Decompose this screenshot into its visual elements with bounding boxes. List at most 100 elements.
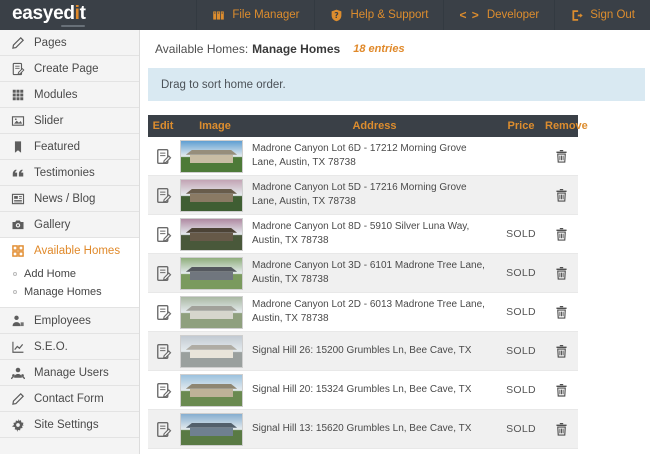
column-header-edit: Edit: [152, 120, 174, 132]
edit-home-button[interactable]: [155, 226, 172, 243]
edit-home-button[interactable]: [155, 382, 172, 399]
breadcrumb: Available Homes: Manage Homes 18 entries: [141, 30, 650, 68]
sidebar-item-available-homes[interactable]: Available Homes: [0, 238, 139, 264]
easyedit-logo[interactable]: easyedit: [12, 4, 86, 27]
breadcrumb-section: Available Homes:: [155, 42, 249, 56]
sidebar-item-label: Available Homes: [34, 245, 121, 257]
trash-icon: [554, 187, 569, 203]
sidebar-item-news-blog[interactable]: News / Blog: [0, 186, 139, 212]
table-row[interactable]: Madrone Canyon Lot 3D - 6101 Madrone Tre…: [148, 254, 578, 293]
table-row[interactable]: Signal Hill 26: 15200 Grumbles Ln, Bee C…: [148, 332, 578, 371]
entries-count-badge: 18 entries: [353, 43, 405, 55]
bullet-icon: [13, 272, 17, 276]
sidebar-navigation: Pages Create Page Modules Slider Feature…: [0, 30, 140, 454]
edit-home-button[interactable]: [155, 265, 172, 282]
column-header-remove: Remove: [545, 120, 588, 132]
page-edit-icon: [11, 62, 25, 76]
sidebar-item-slider[interactable]: Slider: [0, 108, 139, 134]
table-row[interactable]: Signal Hill 20: 15324 Grumbles Ln, Bee C…: [148, 371, 578, 410]
home-address: Madrone Canyon Lot 6D - 17212 Morning Gr…: [252, 142, 467, 169]
sidebar-item-seo[interactable]: S.E.O.: [0, 334, 139, 360]
sidebar-item-site-settings[interactable]: Site Settings: [0, 412, 139, 438]
camera-icon: [11, 218, 25, 232]
sidebar-item-gallery[interactable]: Gallery: [0, 212, 139, 238]
drag-sort-notice: Drag to sort home order.: [148, 68, 645, 101]
remove-home-button[interactable]: [554, 265, 569, 281]
table-row[interactable]: Madrone Canyon Lot 2D - 6013 Madrone Tre…: [148, 293, 578, 332]
sidebar-item-label: Create Page: [34, 62, 99, 75]
table-row[interactable]: Signal Hill 13: 15620 Grumbles Ln, Bee C…: [148, 410, 578, 449]
home-price: SOLD: [506, 345, 536, 357]
sidebar-item-employees[interactable]: Employees: [0, 308, 139, 334]
developer-label: Developer: [486, 9, 540, 21]
gear-icon: [11, 418, 25, 432]
home-address: Madrone Canyon Lot 2D - 6013 Madrone Tre…: [252, 298, 485, 325]
home-price: SOLD: [506, 228, 536, 240]
quote-icon: [11, 166, 25, 180]
edit-home-button[interactable]: [155, 148, 172, 165]
edit-home-button[interactable]: [155, 421, 172, 438]
main-content: Available Homes: Manage Homes 18 entries…: [141, 30, 650, 454]
sidebar-item-label: Employees: [34, 314, 91, 327]
remove-home-button[interactable]: [554, 226, 569, 242]
remove-home-button[interactable]: [554, 421, 569, 437]
pencil-icon: [11, 36, 25, 50]
home-address: Madrone Canyon Lot 3D - 6101 Madrone Tre…: [252, 259, 485, 286]
sidebar-item-featured[interactable]: Featured: [0, 134, 139, 160]
homes-grid-icon: [11, 244, 25, 258]
home-address: Signal Hill 26: 15200 Grumbles Ln, Bee C…: [252, 344, 472, 356]
column-header-address: Address: [352, 120, 397, 132]
sidebar-item-testimonies[interactable]: Testimonies: [0, 160, 139, 186]
page-edit-icon: [155, 226, 172, 243]
trash-icon: [554, 421, 569, 437]
table-row[interactable]: Madrone Canyon Lot 5D - 17216 Morning Gr…: [148, 176, 578, 215]
sidebar-item-label: Gallery: [34, 218, 71, 231]
remove-home-button[interactable]: [554, 343, 569, 359]
sign-out-button[interactable]: Sign Out: [554, 0, 650, 30]
developer-button[interactable]: < > Developer: [443, 0, 554, 30]
remove-home-button[interactable]: [554, 304, 569, 320]
sidebar-item-pages[interactable]: Pages: [0, 30, 139, 56]
remove-home-button[interactable]: [554, 148, 569, 164]
home-photo-thumbnail: [180, 217, 243, 251]
table-header-row: Edit Image Address Price Remove: [148, 115, 588, 137]
edit-home-button[interactable]: [155, 304, 172, 321]
home-photo-thumbnail: [180, 412, 243, 446]
home-photo-thumbnail: [180, 295, 243, 329]
trash-icon: [554, 265, 569, 281]
column-header-image: Image: [199, 120, 231, 132]
sidebar-subitem-manage-homes[interactable]: Manage Homes: [0, 283, 139, 301]
remove-home-button[interactable]: [554, 187, 569, 203]
page-edit-icon: [155, 343, 172, 360]
page-edit-icon: [155, 148, 172, 165]
easyedit-admin-window: easyedit File Manager Help & Support < >…: [0, 0, 650, 454]
table-row[interactable]: Madrone Canyon Lot 6D - 17212 Morning Gr…: [148, 137, 578, 176]
top-navigation: File Manager Help & Support < > Develope…: [196, 0, 650, 30]
home-price: SOLD: [506, 306, 536, 318]
sidebar-item-create-page[interactable]: Create Page: [0, 56, 139, 82]
code-icon: < >: [459, 8, 480, 22]
subitem-label: Manage Homes: [24, 286, 102, 298]
edit-home-button[interactable]: [155, 343, 172, 360]
sidebar-item-manage-users[interactable]: Manage Users: [0, 360, 139, 386]
home-photo-thumbnail: [180, 334, 243, 368]
page-edit-icon: [155, 187, 172, 204]
sidebar-item-contact-form[interactable]: Contact Form: [0, 386, 139, 412]
sidebar-item-label: Manage Users: [34, 366, 109, 379]
page-edit-icon: [155, 421, 172, 438]
sign-out-icon: [570, 9, 583, 22]
home-photo-thumbnail: [180, 373, 243, 407]
sidebar-subitem-add-home[interactable]: Add Home: [0, 265, 139, 283]
sidebar-item-label: S.E.O.: [34, 340, 68, 353]
edit-home-button[interactable]: [155, 187, 172, 204]
remove-home-button[interactable]: [554, 382, 569, 398]
sidebar-item-modules[interactable]: Modules: [0, 82, 139, 108]
logo-text-post: t: [79, 2, 86, 24]
home-address: Signal Hill 20: 15324 Grumbles Ln, Bee C…: [252, 383, 472, 395]
sidebar-item-label: News / Blog: [34, 192, 96, 205]
file-manager-button[interactable]: File Manager: [196, 0, 314, 30]
sidebar-item-label: Pages: [34, 36, 67, 49]
help-support-button[interactable]: Help & Support: [314, 0, 443, 30]
trash-icon: [554, 148, 569, 164]
table-row[interactable]: Madrone Canyon Lot 8D - 5910 Silver Luna…: [148, 215, 578, 254]
